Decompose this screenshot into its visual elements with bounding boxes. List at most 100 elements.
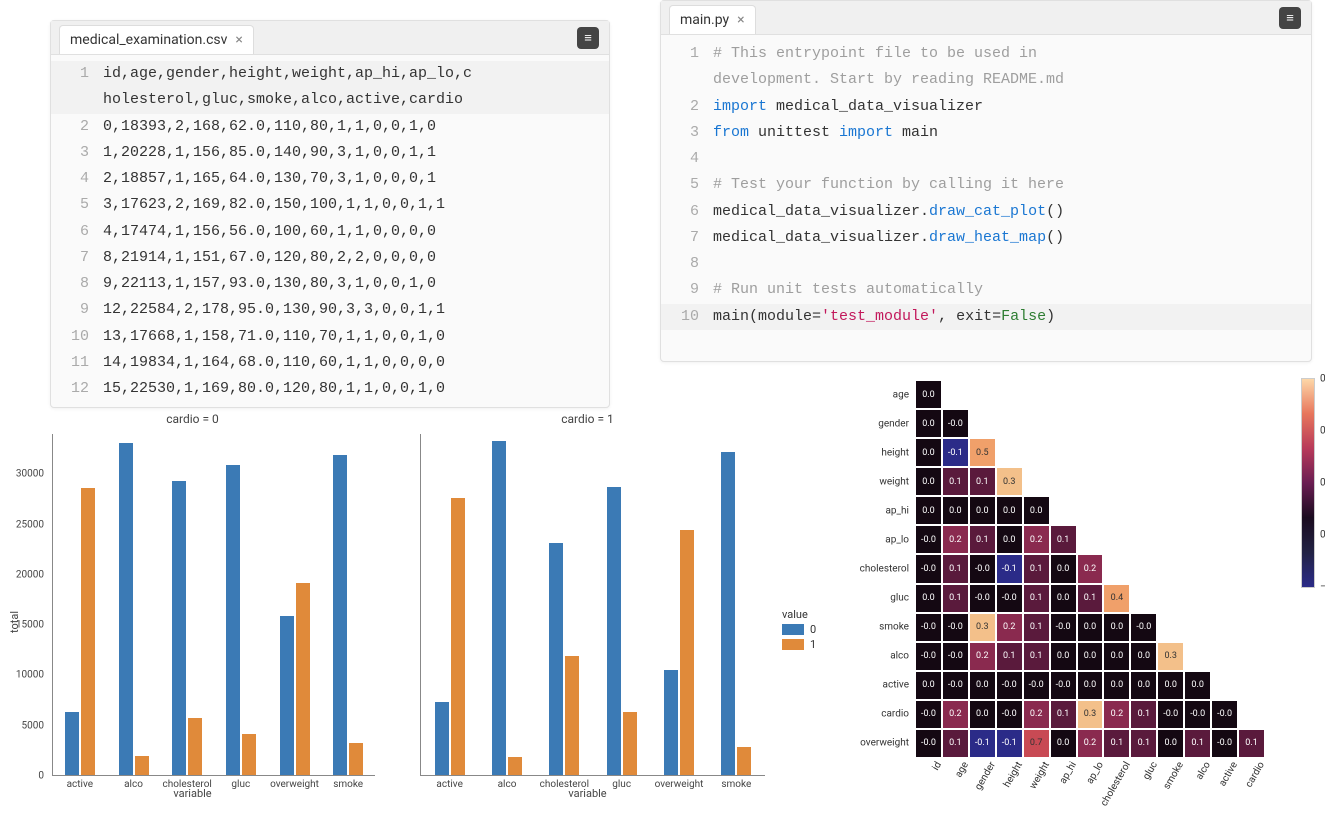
heatmap-cell: 0.3: [1077, 700, 1104, 729]
bar: [349, 743, 363, 775]
heatmap-cell: 0.4: [1103, 584, 1130, 613]
heatmap-cell: 0.3: [1157, 642, 1184, 671]
heatmap-cell: -0.1: [942, 438, 969, 467]
heatmap-cell: 0.0: [996, 496, 1023, 525]
heatmap-ylabel: cardio: [881, 709, 915, 720]
heatmap-cell: 0.1: [1023, 642, 1050, 671]
heatmap-cell: 0.1: [969, 467, 996, 496]
heatmap-xlabel: gender: [970, 758, 998, 792]
close-icon[interactable]: ×: [235, 32, 242, 48]
heatmap-cell: -0.0: [915, 613, 942, 642]
facet-title: cardio = 0: [0, 412, 385, 426]
heatmap-cell: 0.0: [915, 409, 942, 438]
legend-item: 1: [782, 638, 816, 651]
heatmap-xlabel: height: [998, 758, 1025, 789]
heatmap-cell: 0.2: [1077, 729, 1104, 758]
heatmap-cell: -0.1: [996, 554, 1023, 583]
heatmap-cell: 0.2: [1103, 700, 1130, 729]
heatmap-cell: 0.0: [1050, 729, 1077, 758]
legend-item: 0: [782, 623, 816, 636]
heatmap-cell: -0.0: [969, 584, 996, 613]
colorbar-tick: 0.08: [1314, 478, 1325, 489]
heatmap-cell: 0.1: [942, 554, 969, 583]
bar: [81, 488, 95, 775]
tab-csv[interactable]: medical_examination.csv ×: [59, 25, 254, 54]
colorbar-tick: 0.16: [1314, 426, 1325, 437]
heatmap-cell: 0.1: [996, 642, 1023, 671]
tab-label: main.py: [680, 12, 729, 28]
heatmap-cell: 0.1: [1130, 729, 1157, 758]
heatmap-cell: 0.2: [1023, 525, 1050, 554]
heatmap-cell: 0.0: [1077, 642, 1104, 671]
heatmap-ylabel: ap_hi: [885, 505, 915, 516]
heatmap-xlabel: id: [927, 758, 944, 772]
bar: [188, 718, 202, 775]
heatmap-xlabel: ap_lo: [1081, 758, 1106, 786]
x-axis-label: variable: [400, 787, 775, 800]
bar: [135, 756, 149, 775]
y-tick: 20000: [16, 569, 44, 580]
heatmap-xlabel: ap_hi: [1054, 758, 1079, 786]
heatmap-cell: 0.0: [1103, 671, 1130, 700]
menu-icon[interactable]: ≡: [577, 27, 599, 49]
heatmap-cell: 0.0: [1130, 642, 1157, 671]
heatmap-cell: 0.2: [1077, 554, 1104, 583]
heatmap-cell: 0.3: [996, 467, 1023, 496]
bar: [435, 702, 449, 775]
heatmap-cell: 0.2: [942, 700, 969, 729]
bar: [226, 465, 240, 775]
py-content[interactable]: 1# This entrypoint file to be used in de…: [661, 35, 1311, 336]
colorbar-tick: −0.08: [1314, 582, 1325, 593]
heatmap-grid: age0.0gender0.0-0.0height0.0-0.10.5weigh…: [915, 380, 1265, 758]
facet-cardio-0: cardio = 0 05000100001500020000250003000…: [0, 412, 385, 802]
heatmap-cell: 0.1: [1050, 525, 1077, 554]
bar: [172, 481, 186, 775]
heatmap-cell: 0.1: [1184, 729, 1211, 758]
tab-py[interactable]: main.py ×: [669, 5, 756, 34]
bar: [333, 455, 347, 775]
heatmap-cell: 0.0: [1184, 671, 1211, 700]
legend-title: value: [782, 608, 816, 621]
bar: [296, 583, 310, 775]
heatmap-cell: 0.0: [1050, 642, 1077, 671]
heatmap-cell: -0.0: [1050, 613, 1077, 642]
heatmap-cell: 0.0: [915, 380, 942, 409]
csv-content[interactable]: 1id,age,gender,height,weight,ap_hi,ap_lo…: [51, 55, 609, 408]
heatmap-cell: -0.0: [996, 671, 1023, 700]
heatmap-cell: 0.0: [915, 496, 942, 525]
heatmap-cell: -0.0: [942, 671, 969, 700]
heatmap-cell: 0.2: [1023, 700, 1050, 729]
heatmap-cell: 0.1: [1023, 584, 1050, 613]
heatmap: age0.0gender0.0-0.0height0.0-0.10.5weigh…: [835, 370, 1315, 830]
heatmap-xlabel: weight: [1024, 758, 1052, 791]
bar: [607, 487, 621, 775]
bar: [65, 712, 79, 775]
heatmap-cell: 0.2: [942, 525, 969, 554]
heatmap-cell: -0.0: [1184, 700, 1211, 729]
heatmap-cell: 0.1: [1050, 700, 1077, 729]
heatmap-ylabel: weight: [879, 476, 915, 487]
heatmap-cell: 0.0: [915, 584, 942, 613]
menu-icon[interactable]: ≡: [1279, 7, 1301, 29]
heatmap-cell: 0.2: [969, 642, 996, 671]
heatmap-cell: -0.0: [1023, 671, 1050, 700]
tab-label: medical_examination.csv: [70, 32, 227, 48]
y-tick: 25000: [16, 519, 44, 530]
bar: [549, 543, 563, 775]
heatmap-cell: -0.0: [969, 554, 996, 583]
heatmap-cell: -0.0: [1211, 700, 1238, 729]
heatmap-cell: 0.0: [942, 496, 969, 525]
bar: [242, 734, 256, 775]
bar: [280, 616, 294, 775]
heatmap-ylabel: age: [893, 389, 915, 400]
y-tick: 0: [38, 771, 44, 782]
heatmap-cell: 0.0: [915, 438, 942, 467]
heatmap-cell: 0.1: [1023, 554, 1050, 583]
plot-area: activealcocholesterolglucoverweightsmoke: [52, 434, 375, 776]
bar: [737, 747, 751, 775]
close-icon[interactable]: ×: [737, 12, 744, 28]
heatmap-cell: 0.0: [1023, 496, 1050, 525]
heatmap-cell: 0.0: [1077, 671, 1104, 700]
bar: [492, 441, 506, 775]
heatmap-cell: 0.1: [1103, 729, 1130, 758]
